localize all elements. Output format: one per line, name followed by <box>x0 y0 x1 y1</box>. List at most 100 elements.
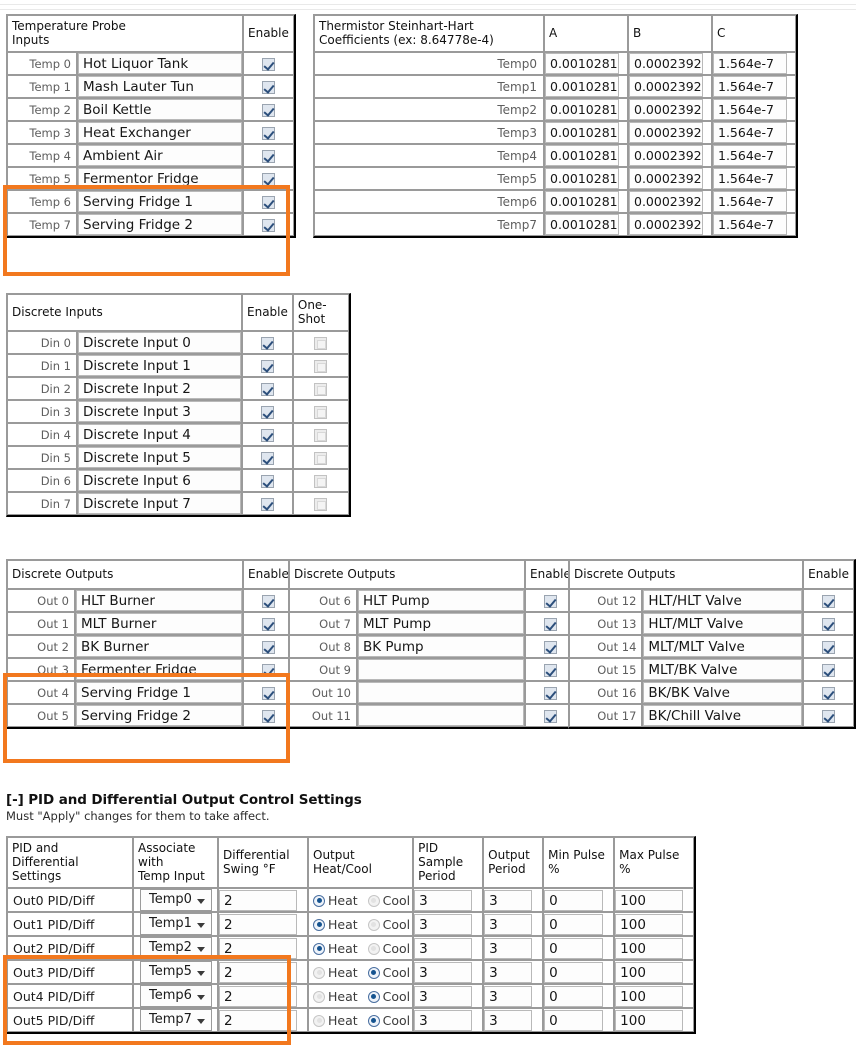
checkbox-checked-icon[interactable] <box>543 640 557 654</box>
discrete-output-name-input[interactable]: HLT Pump <box>358 590 524 612</box>
pid-heat-radio[interactable]: Heat <box>313 965 358 980</box>
discrete-input-enable-checkbox[interactable] <box>243 379 292 399</box>
discrete-output-name-input[interactable]: MLT Burner <box>76 613 242 635</box>
thermistor-c-input[interactable]: 1.564e-7 <box>713 191 787 213</box>
temp-probe-enable-checkbox[interactable] <box>244 169 293 189</box>
temp-probe-name-input[interactable]: Heat Exchanger <box>78 122 242 144</box>
checkbox-checked-icon[interactable] <box>822 617 836 631</box>
discrete-output-name-input[interactable]: BK Burner <box>76 636 242 658</box>
checkbox-checked-icon[interactable] <box>260 428 274 442</box>
checkbox-checked-icon[interactable] <box>260 382 274 396</box>
discrete-output-name-input[interactable]: MLT/BK Valve <box>643 659 803 681</box>
discrete-input-enable-checkbox[interactable] <box>243 356 292 376</box>
discrete-output-enable-checkbox[interactable] <box>804 683 853 703</box>
pid-output-period-input[interactable]: 3 <box>484 985 533 1007</box>
discrete-input-oneshot-checkbox[interactable] <box>294 494 348 514</box>
thermistor-c-input[interactable]: 1.564e-7 <box>713 99 787 121</box>
pid-min-pulse-input[interactable]: 0 <box>544 985 604 1007</box>
temp-probe-name-input[interactable]: Serving Fridge 1 <box>78 191 242 213</box>
discrete-output-enable-checkbox[interactable] <box>244 660 293 680</box>
checkbox-checked-icon[interactable] <box>543 663 557 677</box>
checkbox-checked-icon[interactable] <box>261 80 275 94</box>
pid-heat-cool-radio-group[interactable]: Heat Cool <box>309 890 412 911</box>
discrete-output-name-input[interactable]: BK/Chill Valve <box>643 705 803 727</box>
pid-differential-swing-input[interactable]: 2 <box>219 985 297 1007</box>
thermistor-a-input[interactable]: 0.001028179 <box>545 76 619 98</box>
thermistor-a-input[interactable]: 0.001028179 <box>545 122 619 144</box>
discrete-input-oneshot-checkbox[interactable] <box>294 448 348 468</box>
checkbox-checked-icon[interactable] <box>261 103 275 117</box>
checkbox-checked-icon[interactable] <box>260 474 274 488</box>
discrete-input-name-input[interactable]: Discrete Input 0 <box>78 332 241 354</box>
checkbox-checked-icon[interactable] <box>822 640 836 654</box>
discrete-input-name-input[interactable]: Discrete Input 5 <box>78 447 241 469</box>
thermistor-c-input[interactable]: 1.564e-7 <box>713 168 787 190</box>
thermistor-c-input[interactable]: 1.564e-7 <box>713 122 787 144</box>
temp-probe-name-input[interactable]: Mash Lauter Tun <box>78 76 242 98</box>
checkbox-checked-icon[interactable] <box>260 336 274 350</box>
temp-probe-name-input[interactable]: Ambient Air <box>78 145 242 167</box>
discrete-input-enable-checkbox[interactable] <box>243 425 292 445</box>
thermistor-a-input[interactable]: 0.001028179 <box>545 53 619 75</box>
pid-temp-associate-select[interactable]: Temp0 <box>139 889 212 912</box>
radio-unselected-icon[interactable] <box>367 894 380 907</box>
temp-probe-enable-checkbox[interactable] <box>244 192 293 212</box>
discrete-input-name-input[interactable]: Discrete Input 3 <box>78 401 241 423</box>
discrete-output-name-input[interactable] <box>358 682 524 704</box>
checkbox-checked-icon[interactable] <box>261 218 275 232</box>
discrete-input-name-input[interactable]: Discrete Input 2 <box>78 378 241 400</box>
radio-unselected-icon[interactable] <box>367 918 380 931</box>
radio-selected-icon[interactable] <box>313 894 325 907</box>
temp-probe-enable-checkbox[interactable] <box>244 215 293 235</box>
checkbox-checked-icon[interactable] <box>822 709 836 723</box>
checkbox-unchecked-icon[interactable] <box>314 359 328 373</box>
radio-selected-icon[interactable] <box>367 990 380 1003</box>
radio-selected-icon[interactable] <box>367 1014 380 1027</box>
checkbox-checked-icon[interactable] <box>822 594 836 608</box>
pid-heat-radio[interactable]: Heat <box>313 989 358 1004</box>
checkbox-unchecked-icon[interactable] <box>314 405 328 419</box>
temp-probe-name-input[interactable]: Boil Kettle <box>78 99 242 121</box>
pid-cool-radio[interactable]: Cool <box>367 965 410 980</box>
thermistor-b-input[interactable]: 0.00023924 <box>629 53 703 75</box>
discrete-output-enable-checkbox[interactable] <box>244 683 293 703</box>
checkbox-checked-icon[interactable] <box>260 497 274 511</box>
discrete-output-enable-checkbox[interactable] <box>244 614 293 634</box>
thermistor-b-input[interactable]: 0.00023924 <box>629 99 703 121</box>
checkbox-unchecked-icon[interactable] <box>314 474 328 488</box>
pid-sample-period-input[interactable]: 3 <box>414 985 473 1007</box>
checkbox-checked-icon[interactable] <box>261 686 275 700</box>
pid-heat-radio[interactable]: Heat <box>313 917 358 932</box>
discrete-input-enable-checkbox[interactable] <box>243 333 292 353</box>
discrete-output-name-input[interactable]: HLT Burner <box>76 590 242 612</box>
discrete-input-name-input[interactable]: Discrete Input 7 <box>78 493 241 515</box>
pid-min-pulse-input[interactable]: 0 <box>544 961 604 983</box>
temp-probe-name-input[interactable]: Fermentor Fridge <box>78 168 242 190</box>
temp-probe-enable-checkbox[interactable] <box>244 123 293 143</box>
thermistor-b-input[interactable]: 0.00023924 <box>629 76 703 98</box>
pid-max-pulse-input[interactable]: 100 <box>615 889 684 911</box>
checkbox-checked-icon[interactable] <box>822 686 836 700</box>
pid-max-pulse-input[interactable]: 100 <box>615 985 684 1007</box>
pid-heat-cool-radio-group[interactable]: Heat Cool <box>309 1010 412 1031</box>
discrete-input-enable-checkbox[interactable] <box>243 494 292 514</box>
checkbox-checked-icon[interactable] <box>261 149 275 163</box>
pid-output-period-input[interactable]: 3 <box>484 913 533 935</box>
checkbox-checked-icon[interactable] <box>261 640 275 654</box>
pid-max-pulse-input[interactable]: 100 <box>615 1009 684 1031</box>
discrete-output-enable-checkbox[interactable] <box>804 660 853 680</box>
checkbox-checked-icon[interactable] <box>261 709 275 723</box>
checkbox-unchecked-icon[interactable] <box>314 451 328 465</box>
radio-unselected-icon[interactable] <box>313 966 325 979</box>
discrete-input-name-input[interactable]: Discrete Input 6 <box>78 470 241 492</box>
checkbox-checked-icon[interactable] <box>260 451 274 465</box>
temp-probe-name-input[interactable]: Hot Liquor Tank <box>78 53 242 75</box>
thermistor-b-input[interactable]: 0.00023924 <box>629 145 703 167</box>
discrete-input-name-input[interactable]: Discrete Input 1 <box>78 355 241 377</box>
checkbox-checked-icon[interactable] <box>261 126 275 140</box>
pid-min-pulse-input[interactable]: 0 <box>544 913 604 935</box>
discrete-output-enable-checkbox[interactable] <box>804 706 853 726</box>
checkbox-unchecked-icon[interactable] <box>314 336 328 350</box>
pid-differential-swing-input[interactable]: 2 <box>219 937 297 959</box>
checkbox-checked-icon[interactable] <box>261 172 275 186</box>
